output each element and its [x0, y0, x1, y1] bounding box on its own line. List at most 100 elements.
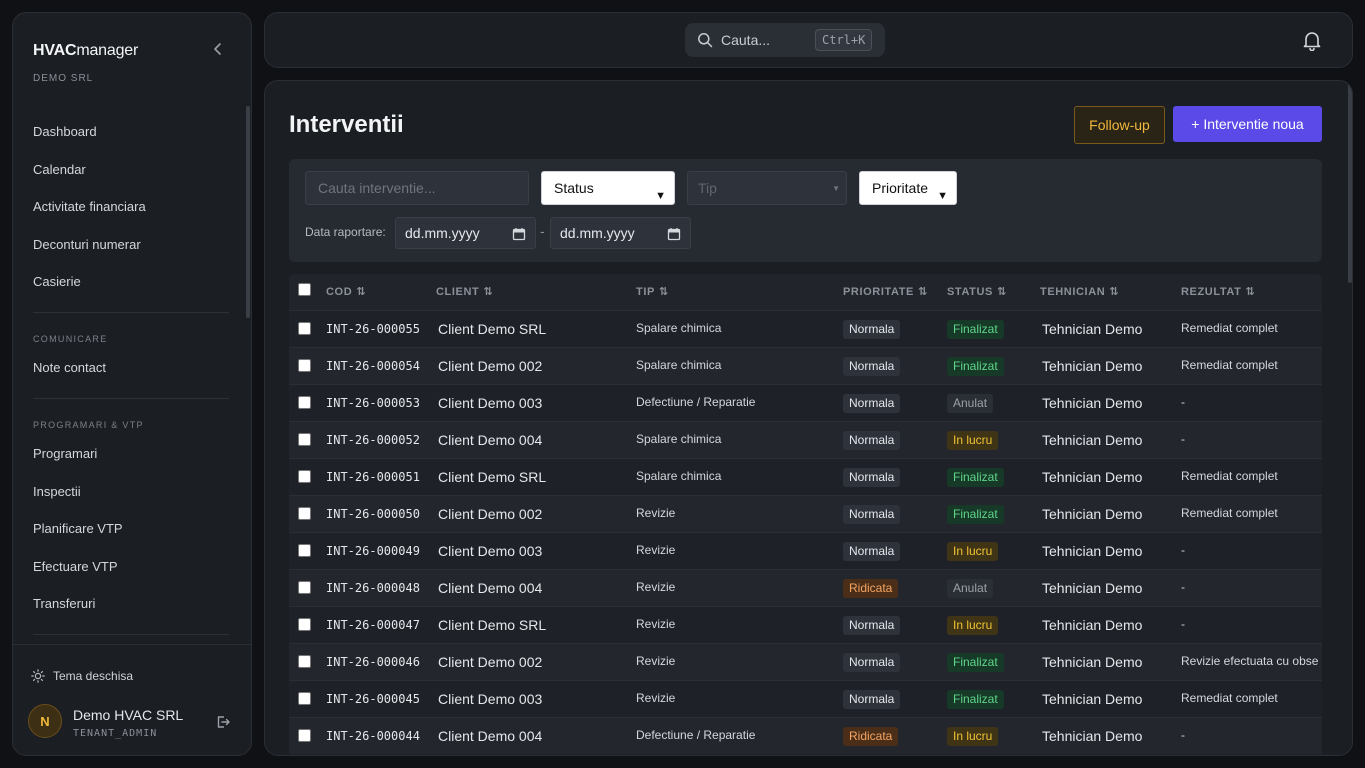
- sidebar-item-deconturi-numerar[interactable]: Deconturi numerar: [33, 237, 141, 252]
- sidebar-scrollbar[interactable]: [246, 106, 250, 318]
- table-row[interactable]: INT-26-000046 Client Demo 002 Revizie Norma…: [289, 643, 1322, 680]
- column-header-rezultat[interactable]: REZULTAT ⇅: [1181, 285, 1255, 299]
- priority-badge: Normala: [843, 542, 901, 561]
- cell-client: Client Demo 003: [438, 543, 543, 559]
- date-from-input[interactable]: dd.mm.yyyy: [395, 217, 536, 249]
- row-checkbox[interactable]: [298, 618, 311, 631]
- cell-cod[interactable]: INT-26-000048: [326, 581, 420, 595]
- main-panel: Interventii Follow-up + Interventie noua…: [264, 80, 1353, 756]
- sidebar-item-efectuare-vtp[interactable]: Efectuare VTP: [33, 559, 118, 574]
- sidebar-item-programari[interactable]: Programari: [33, 446, 97, 461]
- notifications-button[interactable]: [1301, 29, 1323, 56]
- cell-tehnician: Tehnician Demo: [1042, 543, 1143, 559]
- status-select[interactable]: Status ▼: [541, 171, 675, 205]
- cell-tehnician: Tehnician Demo: [1042, 469, 1143, 485]
- global-search[interactable]: Cauta... Ctrl+K: [685, 23, 885, 57]
- new-intervention-button[interactable]: + Interventie noua: [1173, 106, 1322, 142]
- select-all-checkbox[interactable]: [298, 283, 311, 296]
- table-row[interactable]: INT-26-000045 Client Demo 003 Revizie Norma…: [289, 680, 1322, 717]
- priority-select[interactable]: Prioritate ▼: [859, 171, 957, 205]
- cell-client: Client Demo 003: [438, 691, 543, 707]
- user-role: TENANT_ADMIN: [73, 728, 158, 739]
- cell-cod[interactable]: INT-26-000044: [326, 729, 420, 743]
- cell-cod[interactable]: INT-26-000051: [326, 470, 420, 484]
- cell-cod[interactable]: INT-26-000045: [326, 692, 420, 706]
- table-row[interactable]: INT-26-000055 Client Demo SRL Spalare chim…: [289, 310, 1322, 347]
- sidebar-item-casierie[interactable]: Casierie: [33, 274, 81, 289]
- column-header-tehnician[interactable]: TEHNICIAN ⇅: [1040, 285, 1120, 299]
- row-checkbox[interactable]: [298, 433, 311, 446]
- collapse-sidebar-button[interactable]: [209, 40, 227, 58]
- status-badge: Anulat: [947, 394, 994, 413]
- table-row[interactable]: INT-26-000049 Client Demo 003 Revizie Norma…: [289, 532, 1322, 569]
- cell-tehnician: Tehnician Demo: [1042, 580, 1143, 596]
- row-checkbox[interactable]: [298, 322, 311, 335]
- cell-cod[interactable]: INT-26-000050: [326, 507, 420, 521]
- table-row[interactable]: INT-26-000044 Client Demo 004 Defectiune /…: [289, 717, 1322, 754]
- cell-tip: Revizie: [636, 617, 676, 631]
- cell-cod[interactable]: INT-26-000047: [326, 618, 420, 632]
- cell-cod[interactable]: INT-26-000054: [326, 359, 420, 373]
- logout-button[interactable]: [215, 714, 231, 730]
- row-checkbox[interactable]: [298, 655, 311, 668]
- sort-icon: ⇅: [1109, 286, 1120, 298]
- sidebar-item-inspectii[interactable]: Inspectii: [33, 484, 81, 499]
- sidebar-item-activitate-financiara[interactable]: Activitate financiara: [33, 199, 146, 214]
- calendar-icon[interactable]: [512, 227, 526, 241]
- column-header-status[interactable]: STATUS ⇅: [947, 285, 1007, 299]
- cell-cod[interactable]: INT-26-000052: [326, 433, 420, 447]
- row-checkbox[interactable]: [298, 729, 311, 742]
- cell-rezultat: Remediat complet: [1181, 469, 1278, 483]
- cell-rezultat: -: [1181, 432, 1185, 446]
- theme-toggle[interactable]: Tema deschisa: [31, 669, 133, 683]
- row-checkbox[interactable]: [298, 396, 311, 409]
- tip-select[interactable]: Tip ▼: [687, 171, 847, 205]
- table-row[interactable]: INT-26-000052 Client Demo 004 Spalare chim…: [289, 421, 1322, 458]
- cell-rezultat: -: [1181, 580, 1185, 594]
- table-row[interactable]: INT-26-000051 Client Demo SRL Spalare chim…: [289, 458, 1322, 495]
- sidebar-item-note-contact[interactable]: Note contact: [33, 360, 106, 375]
- row-checkbox[interactable]: [298, 692, 311, 705]
- cell-rezultat: -: [1181, 617, 1185, 631]
- row-checkbox[interactable]: [298, 581, 311, 594]
- cell-tip: Revizie: [636, 691, 676, 705]
- cell-cod[interactable]: INT-26-000053: [326, 396, 420, 410]
- sidebar-item-calendar[interactable]: Calendar: [33, 162, 86, 177]
- search-placeholder: Cauta...: [721, 32, 771, 48]
- column-header-cod[interactable]: COD ⇅: [326, 285, 366, 299]
- row-checkbox[interactable]: [298, 359, 311, 372]
- sidebar-item-dashboard[interactable]: Dashboard: [33, 124, 97, 139]
- avatar[interactable]: N: [28, 704, 62, 738]
- column-header-prioritate[interactable]: PRIORITATE ⇅: [843, 285, 928, 299]
- table-row[interactable]: INT-26-000053 Client Demo 003 Defectiune /…: [289, 384, 1322, 421]
- app-logo[interactable]: HVACmanager: [33, 42, 138, 60]
- cell-cod[interactable]: INT-26-000055: [326, 322, 420, 336]
- search-intervention-input[interactable]: Cauta interventie...: [305, 171, 529, 205]
- table-row[interactable]: INT-26-000050 Client Demo 002 Revizie Norma…: [289, 495, 1322, 532]
- bell-icon: [1303, 32, 1321, 52]
- cell-cod[interactable]: INT-26-000049: [326, 544, 420, 558]
- row-checkbox[interactable]: [298, 544, 311, 557]
- table-row[interactable]: INT-26-000048 Client Demo 004 Revizie Ridic…: [289, 569, 1322, 606]
- date-to-input[interactable]: dd.mm.yyyy: [550, 217, 691, 249]
- column-header-tip[interactable]: TIP ⇅: [636, 285, 669, 299]
- row-checkbox[interactable]: [298, 470, 311, 483]
- sidebar-item-transferuri[interactable]: Transferuri: [33, 596, 95, 611]
- cell-cod[interactable]: INT-26-000046: [326, 655, 420, 669]
- followup-button[interactable]: Follow-up: [1074, 106, 1165, 144]
- chevron-left-icon: [214, 43, 221, 55]
- calendar-icon[interactable]: [667, 227, 681, 241]
- column-header-client[interactable]: CLIENT ⇅: [436, 285, 493, 299]
- table-row[interactable]: INT-26-000047 Client Demo SRL Revizie Norma…: [289, 606, 1322, 643]
- sidebar-footer-divider: [13, 644, 251, 645]
- row-checkbox[interactable]: [298, 507, 311, 520]
- table-row[interactable]: INT-26-000054 Client Demo 002 Spalare chim…: [289, 347, 1322, 384]
- main-scrollbar[interactable]: [1348, 83, 1352, 283]
- chevron-down-icon: ▼: [832, 184, 840, 193]
- header-label: REZULTAT: [1181, 285, 1242, 298]
- priority-badge: Normala: [843, 431, 901, 450]
- priority-badge: Normala: [843, 690, 901, 709]
- sidebar-item-planificare-vtp[interactable]: Planificare VTP: [33, 521, 123, 536]
- cell-tip: Revizie: [636, 654, 676, 668]
- sidebar-divider: [33, 398, 229, 399]
